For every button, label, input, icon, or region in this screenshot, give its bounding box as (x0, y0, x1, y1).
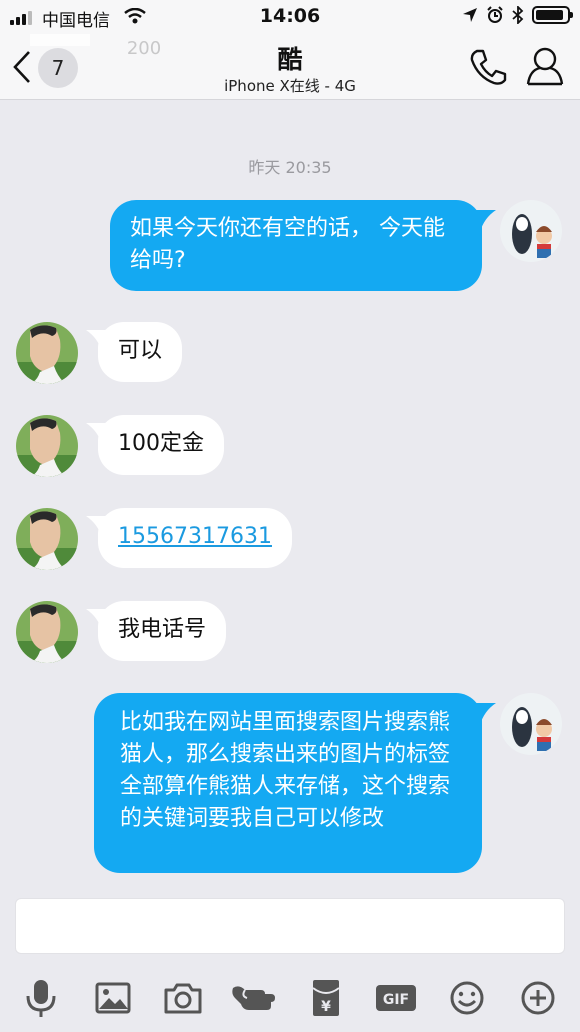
input-toolbar: ¥ GIF (0, 962, 580, 1032)
voice-button[interactable] (15, 972, 67, 1024)
outgoing-message-bubble[interactable]: 比如我在网站里面搜索图片搜索熊猫人，那么搜索出来的图片的标签全部算作熊猫人来存储… (94, 693, 482, 873)
nav-bar: 200 7 酷 iPhone X在线 - 4G (0, 34, 580, 100)
microphone-icon (26, 980, 56, 1017)
message-text: 100定金 (118, 431, 204, 456)
camera-icon (164, 983, 202, 1014)
phone-number-link[interactable]: 15567317631 (118, 524, 272, 549)
incoming-message-bubble[interactable]: 可以 (98, 322, 183, 382)
cartoon-avatar-icon (500, 693, 562, 755)
gif-button[interactable]: GIF (370, 972, 422, 1024)
more-button[interactable] (512, 972, 564, 1024)
my-avatar[interactable] (500, 200, 562, 262)
incoming-message-bubble[interactable]: 100定金 (98, 415, 224, 475)
message-text: 可以 (118, 338, 163, 363)
status-bar: 中国电信 14:06 (0, 0, 580, 34)
yuan-label: ¥ (321, 999, 331, 1015)
incoming-message-bubble[interactable]: 我电话号 (98, 601, 227, 661)
alarm-icon (487, 6, 503, 23)
incoming-message-bubble[interactable]: 15567317631 (98, 508, 292, 568)
photo-avatar-icon (16, 508, 78, 570)
battery-icon (532, 6, 573, 24)
photo-avatar-icon (16, 601, 78, 663)
poke-button[interactable] (228, 972, 280, 1024)
phone-call-icon[interactable] (468, 48, 508, 86)
red-packet-button[interactable]: ¥ (300, 972, 352, 1024)
bubble-tail (474, 210, 496, 232)
emoji-icon (450, 981, 484, 1015)
photo-avatar-icon (16, 322, 78, 384)
my-avatar[interactable] (500, 693, 562, 755)
bubble-tail (474, 703, 496, 725)
contact-avatar[interactable] (16, 508, 78, 570)
camera-button[interactable] (157, 972, 209, 1024)
gif-icon: GIF (376, 985, 416, 1011)
message-timestamp: 昨天 20:35 (248, 158, 332, 177)
cartoon-avatar-icon (500, 200, 562, 262)
contact-avatar[interactable] (16, 322, 78, 384)
message-text: 比如我在网站里面搜索图片搜索熊猫人，那么搜索出来的图片的标签全部算作熊猫人来存储… (120, 710, 451, 831)
message-text: 如果今天你还有空的话， 今天能给吗? (130, 216, 445, 273)
contact-avatar[interactable] (16, 415, 78, 477)
message-input[interactable] (15, 898, 565, 954)
poke-icon (232, 986, 275, 1010)
contact-avatar[interactable] (16, 601, 78, 663)
gif-label: GIF (383, 992, 409, 1008)
image-icon (95, 982, 131, 1014)
outgoing-message-bubble[interactable]: 如果今天你还有空的话， 今天能给吗? (110, 200, 482, 291)
location-icon (463, 8, 477, 22)
plus-icon (521, 981, 555, 1015)
photo-avatar-icon (16, 415, 78, 477)
profile-icon[interactable] (526, 46, 564, 86)
emoji-button[interactable] (441, 972, 493, 1024)
bluetooth-icon (512, 6, 524, 24)
red-packet-icon: ¥ (312, 980, 340, 1016)
photo-button[interactable] (87, 972, 139, 1024)
message-text: 我电话号 (118, 617, 207, 642)
